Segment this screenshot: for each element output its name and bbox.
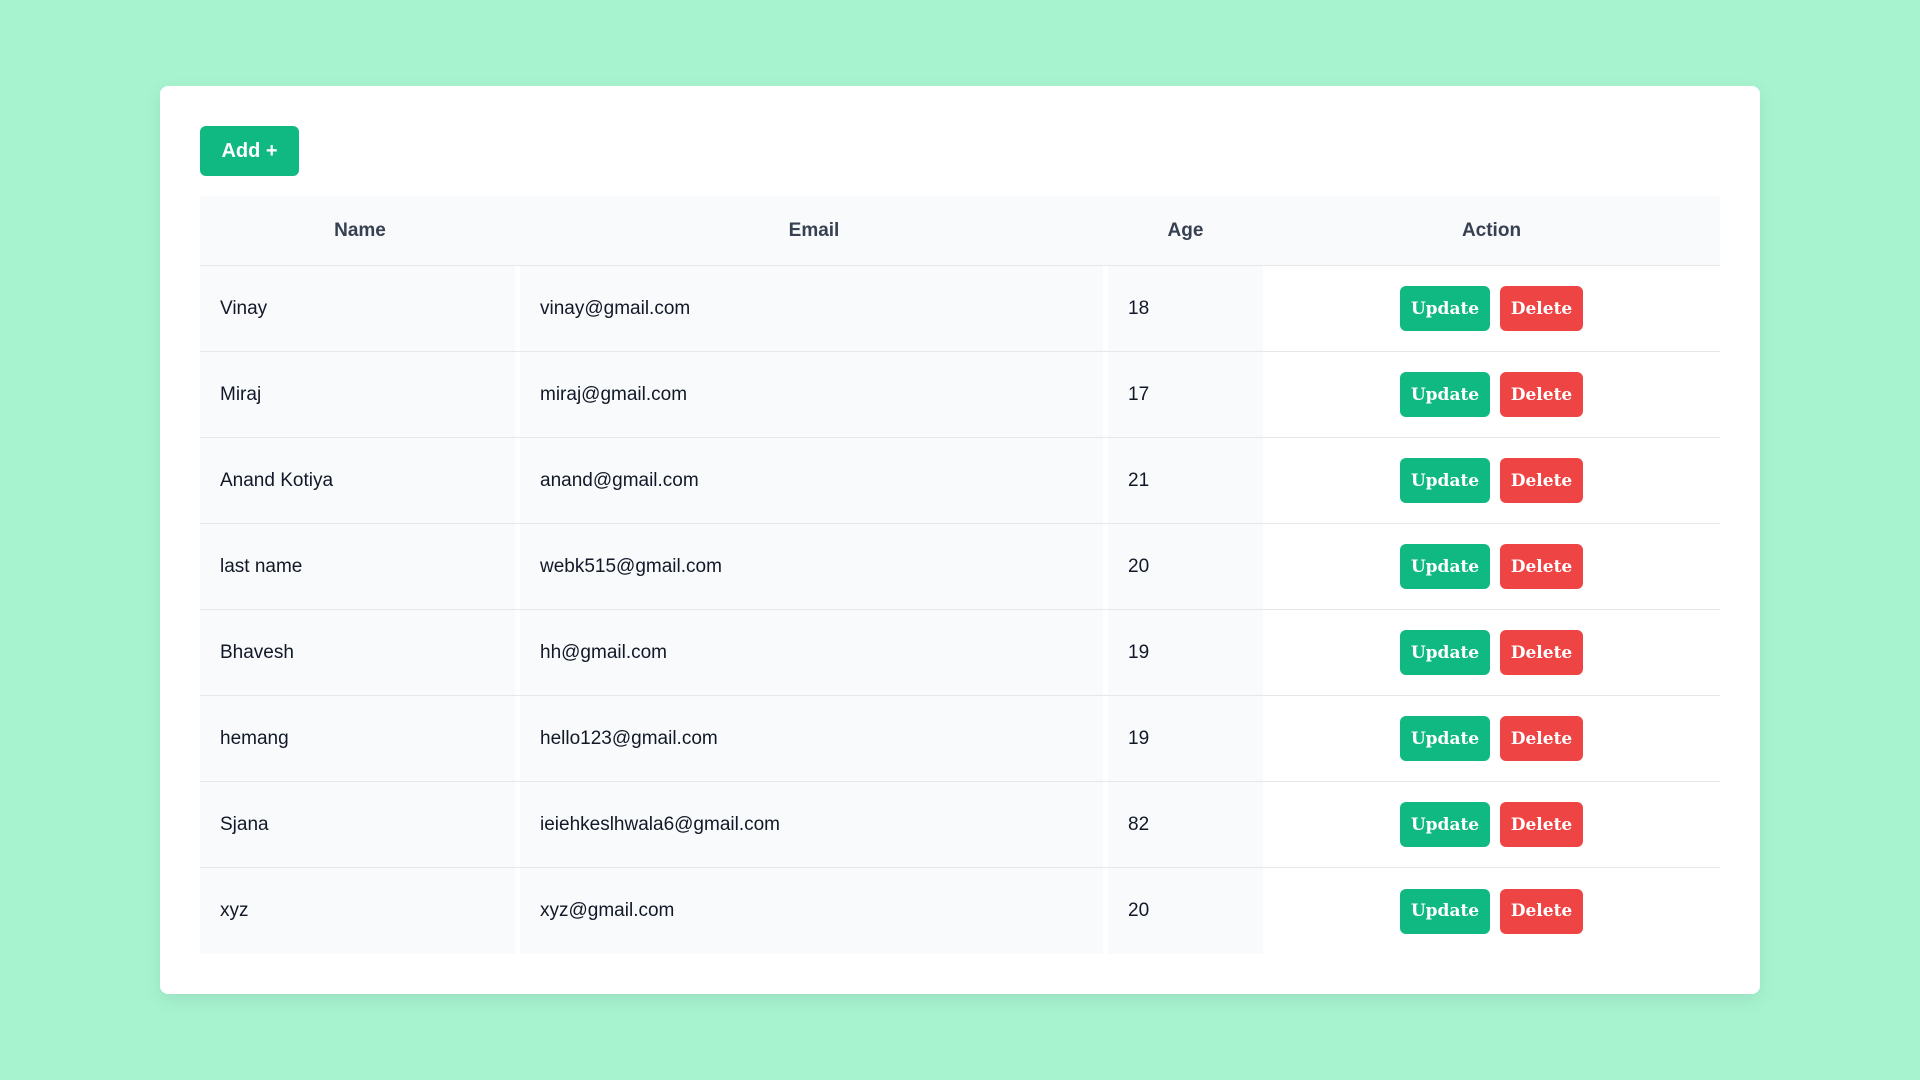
cell-email: hh@gmail.com: [520, 610, 1108, 695]
cell-actions: Update Delete: [1263, 610, 1720, 695]
cell-actions: Update Delete: [1263, 438, 1720, 523]
delete-button[interactable]: Delete: [1500, 286, 1583, 331]
update-button[interactable]: Update: [1400, 458, 1490, 503]
update-button[interactable]: Update: [1400, 630, 1490, 675]
cell-actions: Update Delete: [1263, 524, 1720, 609]
cell-email: ieiehkeslhwala6@gmail.com: [520, 782, 1108, 867]
cell-age: 20: [1108, 868, 1263, 954]
cell-actions: Update Delete: [1263, 696, 1720, 781]
cell-age: 19: [1108, 696, 1263, 781]
cell-name: last name: [200, 524, 520, 609]
table-header-row: Name Email Age Action: [200, 196, 1720, 266]
cell-email: webk515@gmail.com: [520, 524, 1108, 609]
header-action: Action: [1461, 219, 1522, 241]
cell-age: 21: [1108, 438, 1263, 523]
update-button[interactable]: Update: [1400, 716, 1490, 761]
cell-email: hello123@gmail.com: [520, 696, 1108, 781]
cell-email: miraj@gmail.com: [520, 352, 1108, 437]
delete-button[interactable]: Delete: [1500, 716, 1583, 761]
delete-button[interactable]: Delete: [1500, 372, 1583, 417]
table-row: last name webk515@gmail.com 20 Update De…: [200, 524, 1720, 610]
cell-age: 19: [1108, 610, 1263, 695]
update-button[interactable]: Update: [1400, 286, 1490, 331]
cell-email: anand@gmail.com: [520, 438, 1108, 523]
table-row: hemang hello123@gmail.com 19 Update Dele…: [200, 696, 1720, 782]
cell-name: Bhavesh: [200, 610, 520, 695]
cell-age: 17: [1108, 352, 1263, 437]
delete-button[interactable]: Delete: [1500, 888, 1583, 934]
cell-actions: Update Delete: [1263, 352, 1720, 437]
users-card: Add + Name Email Age Action Vinay vinay@…: [160, 86, 1760, 994]
cell-name: hemang: [200, 696, 520, 781]
cell-actions: Update Delete: [1263, 868, 1720, 954]
cell-email: xyz@gmail.com: [520, 868, 1108, 954]
cell-actions: Update Delete: [1263, 266, 1720, 351]
header-email: Email: [788, 219, 840, 241]
update-button[interactable]: Update: [1400, 544, 1490, 589]
cell-name: Vinay: [200, 266, 520, 351]
update-button[interactable]: Update: [1400, 372, 1490, 417]
delete-button[interactable]: Delete: [1500, 458, 1583, 503]
table-row: Sjana ieiehkeslhwala6@gmail.com 82 Updat…: [200, 782, 1720, 868]
table-row: Miraj miraj@gmail.com 17 Update Delete: [200, 352, 1720, 438]
delete-button[interactable]: Delete: [1500, 630, 1583, 675]
update-button[interactable]: Update: [1400, 888, 1490, 934]
table-row: Anand Kotiya anand@gmail.com 21 Update D…: [200, 438, 1720, 524]
delete-button[interactable]: Delete: [1500, 802, 1583, 847]
users-table: Name Email Age Action Vinay vinay@gmail.…: [200, 196, 1720, 954]
cell-age: 18: [1108, 266, 1263, 351]
delete-button[interactable]: Delete: [1500, 544, 1583, 589]
cell-name: Anand Kotiya: [200, 438, 520, 523]
table-row: Bhavesh hh@gmail.com 19 Update Delete: [200, 610, 1720, 696]
cell-name: Miraj: [200, 352, 520, 437]
header-age: Age: [1167, 219, 1204, 241]
header-name: Name: [334, 219, 386, 241]
cell-age: 20: [1108, 524, 1263, 609]
cell-email: vinay@gmail.com: [520, 266, 1108, 351]
update-button[interactable]: Update: [1400, 802, 1490, 847]
cell-name: xyz: [200, 868, 520, 954]
table-row: xyz xyz@gmail.com 20 Update Delete: [200, 868, 1720, 954]
add-button[interactable]: Add +: [200, 126, 299, 176]
cell-age: 82: [1108, 782, 1263, 867]
table-row: Vinay vinay@gmail.com 18 Update Delete: [200, 266, 1720, 352]
cell-name: Sjana: [200, 782, 520, 867]
cell-actions: Update Delete: [1263, 782, 1720, 867]
